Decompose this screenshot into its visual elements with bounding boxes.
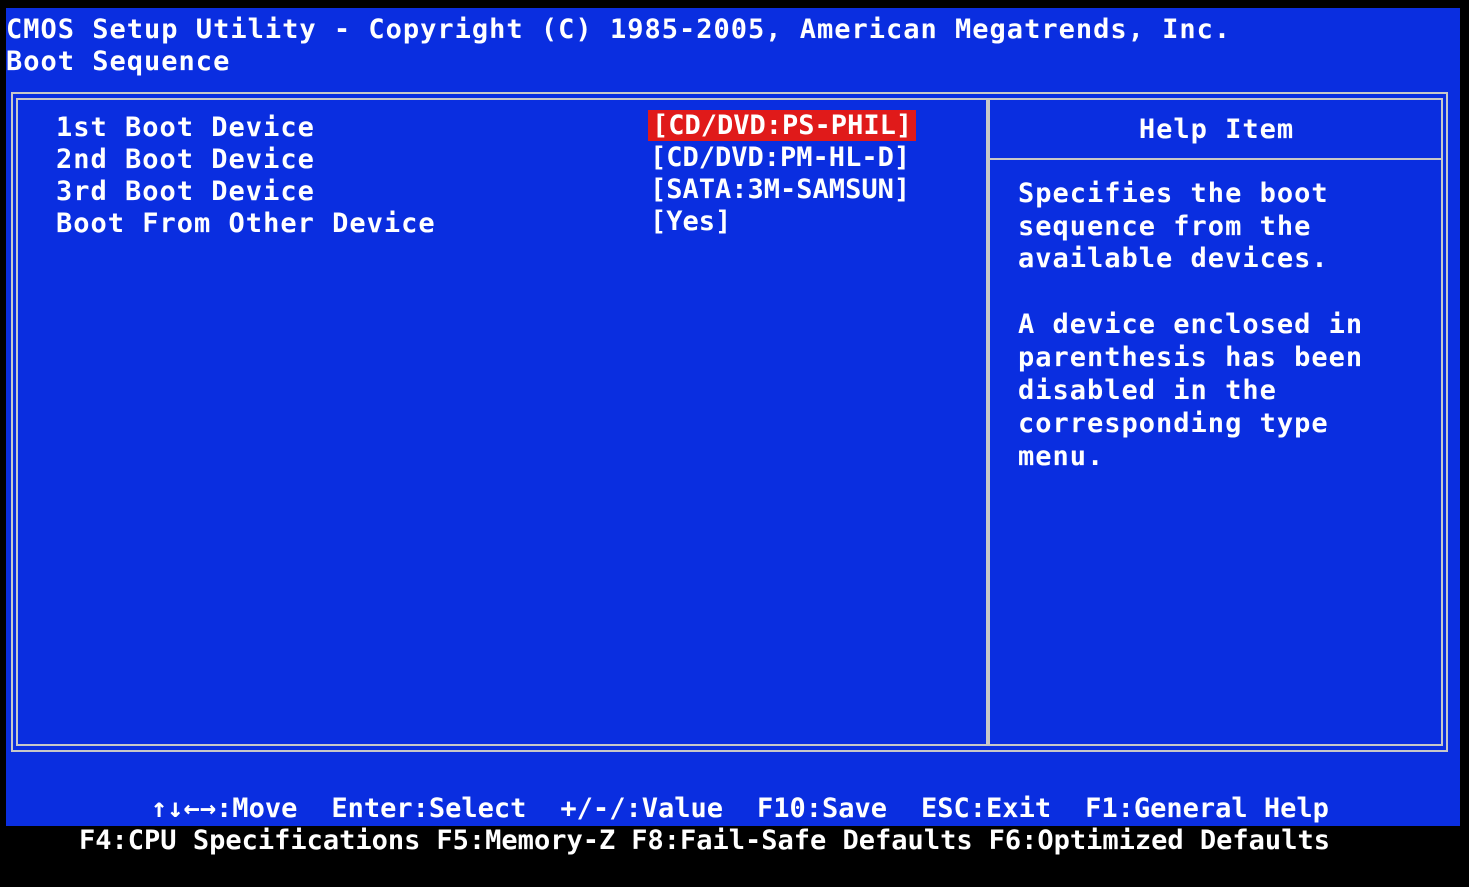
help-text-line: disabled in the xyxy=(1018,375,1277,406)
value-2nd-boot-device[interactable]: [CD/DVD:PM-HL-D] xyxy=(650,142,910,173)
value-boot-from-other-device[interactable]: [Yes] xyxy=(650,206,731,237)
value-3rd-boot-device[interactable]: [SATA:3M-SAMSUN] xyxy=(650,174,910,205)
hint-cpu-specifications: F4:CPU Specifications xyxy=(79,825,421,856)
value-1st-boot-device[interactable]: [CD/DVD:PS-PHIL] xyxy=(648,110,917,141)
help-title-divider xyxy=(990,158,1443,160)
bios-screen: CMOS Setup Utility - Copyright (C) 1985-… xyxy=(6,8,1460,856)
app-title: CMOS Setup Utility - Copyright (C) 1985-… xyxy=(6,14,1232,45)
menu-item-2nd-boot-device[interactable]: 2nd Boot Device xyxy=(56,144,315,175)
help-text-line: corresponding type xyxy=(1018,408,1329,439)
menu-item-3rd-boot-device[interactable]: 3rd Boot Device xyxy=(56,176,315,207)
help-item-title: Help Item xyxy=(1138,114,1295,145)
hint-optimized-defaults: F6:Optimized Defaults xyxy=(988,825,1330,856)
help-text-line: available devices. xyxy=(1018,243,1329,274)
help-text-line: sequence from the xyxy=(1018,211,1312,242)
hint-memory-z: F5:Memory-Z xyxy=(436,825,616,856)
hint-fail-safe-defaults: F8:Fail-Safe Defaults xyxy=(631,825,973,856)
menu-item-1st-boot-device[interactable]: 1st Boot Device xyxy=(56,112,315,143)
footer-hints-row2: F4:CPU Specifications F5:Memory-Z F8:Fail-… xyxy=(14,794,1346,887)
help-text-line: parenthesis has been xyxy=(1018,342,1364,373)
menu-item-boot-from-other-device[interactable]: Boot From Other Device xyxy=(56,208,436,239)
page-title: Boot Sequence xyxy=(6,46,231,77)
help-text-line: Specifies the boot xyxy=(1018,178,1329,209)
panel-divider xyxy=(986,98,990,746)
help-text-line: A device enclosed in xyxy=(1018,309,1364,340)
help-text-line: menu. xyxy=(1018,441,1105,472)
